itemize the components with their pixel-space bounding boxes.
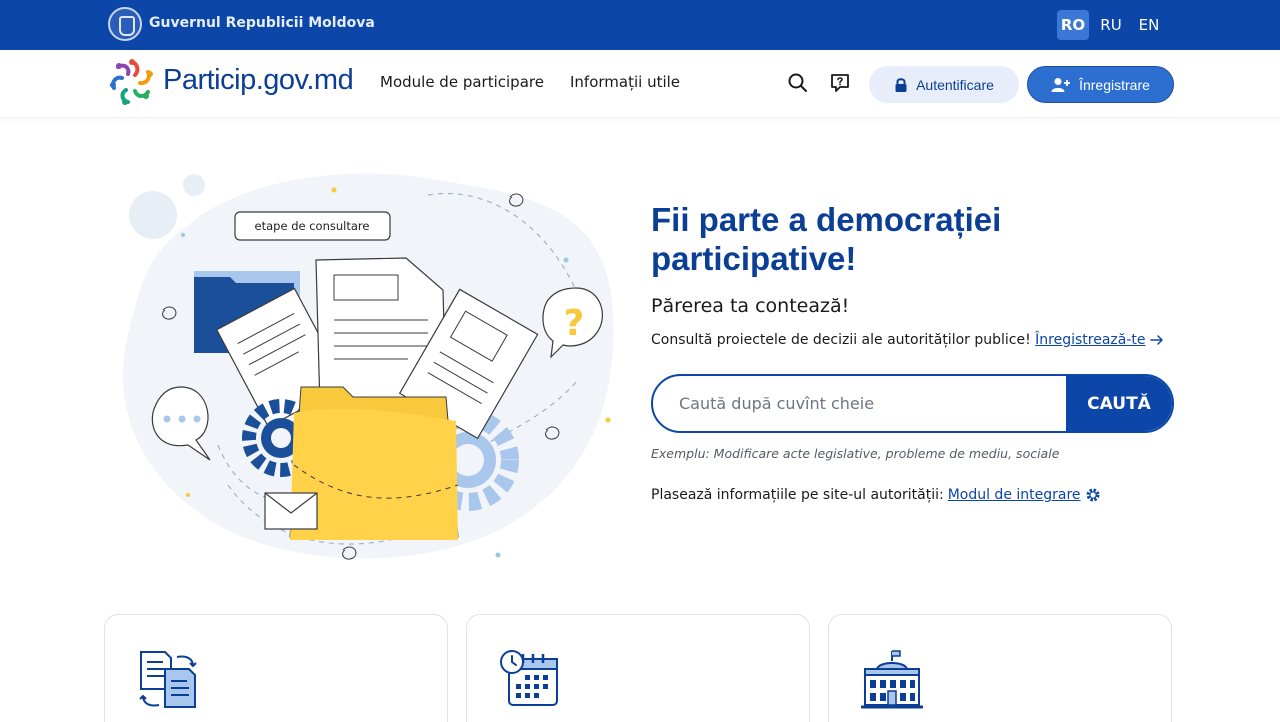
- moldova-crest-icon: [108, 7, 142, 41]
- feature-card-institutions[interactable]: [828, 614, 1172, 722]
- integration-note: Plasează informațiile pe site-ul autorit…: [651, 487, 1101, 503]
- gear-icon: [1086, 488, 1100, 502]
- lock-icon: [895, 77, 907, 92]
- arrow-right-icon: [1150, 335, 1163, 345]
- institution-building-icon: [861, 650, 923, 709]
- hero-subtitle: Părerea ta contează!: [651, 295, 850, 317]
- particip-logo-icon[interactable]: [108, 58, 156, 106]
- language-ru-button[interactable]: RU: [1096, 10, 1126, 40]
- nav-link-useful-info[interactable]: Informații utile: [570, 73, 680, 91]
- main-navigation: Particip.gov.md Module de participare In…: [0, 50, 1280, 118]
- login-button-label: Autentificare: [916, 76, 994, 93]
- register-button[interactable]: Înregistrare: [1027, 66, 1174, 103]
- site-logo-text[interactable]: Particip.gov.md: [163, 64, 354, 97]
- register-button-label: Înregistrare: [1079, 76, 1150, 93]
- help-icon[interactable]: [828, 71, 852, 95]
- search-icon[interactable]: [786, 71, 810, 95]
- keyword-search-input[interactable]: [653, 376, 1067, 431]
- search-button[interactable]: CAUTĂ: [1066, 376, 1172, 431]
- search-example: Exemplu: Modificare acte legislative, pr…: [651, 446, 1060, 461]
- calendar-clock-icon: [500, 650, 558, 706]
- feature-card-documents[interactable]: [104, 614, 448, 722]
- nav-link-participation-modules[interactable]: Module de participare: [380, 73, 544, 91]
- search-bar: CAUTĂ: [651, 374, 1174, 433]
- hero-description: Consultă proiectele de decizii ale autor…: [651, 332, 1164, 348]
- register-link[interactable]: Înregistrează-te: [1035, 332, 1145, 348]
- consultation-illustration: etape de consultare ?: [122, 173, 614, 560]
- integration-text: Plasează informațiile pe site-ul autorit…: [651, 487, 944, 503]
- feature-card-calendar[interactable]: [466, 614, 810, 722]
- documents-exchange-icon: [139, 651, 197, 708]
- hero-description-text: Consultă proiectele de decizii ale autor…: [651, 332, 1031, 348]
- add-user-icon: [1051, 77, 1071, 92]
- language-en-button[interactable]: EN: [1134, 10, 1164, 40]
- hero-title: Fii parte a democrației participative!: [651, 201, 1002, 277]
- language-ro-button[interactable]: RO: [1057, 10, 1089, 40]
- login-button[interactable]: Autentificare: [869, 66, 1019, 103]
- integration-module-link[interactable]: Modul de integrare: [948, 487, 1081, 503]
- government-bar: Guvernul Republicii Moldova RO RU EN: [0, 0, 1280, 50]
- consultation-stages-label: etape de consultare: [255, 219, 370, 233]
- government-name: Guvernul Republicii Moldova: [149, 15, 375, 31]
- svg-text:?: ?: [564, 303, 585, 344]
